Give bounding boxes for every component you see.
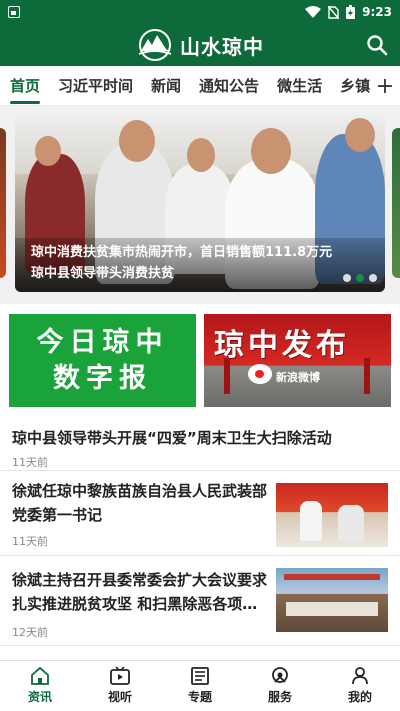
news-title: 徐斌主持召开县委常委会扩大会议要求 扎实推进脱贫攻坚 和扫黑除恶各项… bbox=[12, 568, 270, 616]
news-thumbnail[interactable] bbox=[276, 483, 388, 547]
wifi-icon bbox=[305, 6, 322, 18]
carousel-dot[interactable] bbox=[343, 274, 351, 282]
carousel-indicator bbox=[343, 274, 377, 282]
feature-banners: 今日琼中 数字报 琼中发布 新浪微博 bbox=[0, 304, 400, 414]
app-header: 山水琼中 bbox=[0, 24, 400, 66]
service-icon bbox=[272, 667, 288, 683]
banner-pillar-decoration bbox=[364, 358, 370, 394]
status-time: 9:23 bbox=[362, 5, 392, 19]
battery-charging-icon bbox=[346, 5, 356, 19]
user-icon bbox=[352, 667, 368, 685]
newspaper-icon bbox=[191, 667, 209, 685]
video-icon bbox=[110, 667, 130, 685]
news-item[interactable]: 琼中县领导带头开展“四爱”周末卫生大扫除活动 11天前 bbox=[0, 414, 400, 471]
thumbnail-figure bbox=[338, 505, 364, 541]
slide-photo-head bbox=[35, 136, 61, 166]
status-bar: 9:23 bbox=[0, 0, 400, 24]
tab-home[interactable]: 首页 bbox=[10, 66, 41, 105]
tab-micro-life[interactable]: 微生活 bbox=[277, 66, 322, 105]
home-icon bbox=[31, 667, 49, 685]
nav-label: 资讯 bbox=[27, 690, 52, 704]
nav-label: 视听 bbox=[107, 690, 132, 704]
nav-label: 专题 bbox=[187, 690, 212, 704]
headline-carousel[interactable]: 琼中消费扶贫集市热闹开市，首日销售额111.8万元 琼中县领导带头消费扶贫 bbox=[0, 106, 400, 304]
carousel-slide[interactable]: 琼中消费扶贫集市热闹开市，首日销售额111.8万元 琼中县领导带头消费扶贫 bbox=[15, 114, 385, 292]
nav-topics[interactable]: 专题 bbox=[160, 661, 240, 711]
slide-caption: 琼中消费扶贫集市热闹开市，首日销售额111.8万元 琼中县领导带头消费扶贫 bbox=[15, 238, 385, 292]
slide-photo-head bbox=[345, 118, 375, 152]
news-title-line: 徐斌任琼中黎族苗族自治县人民武装部 bbox=[12, 482, 268, 500]
thumbnail-figure bbox=[300, 501, 322, 541]
banner-text: 今日琼中 bbox=[36, 326, 169, 358]
banner-subtitle: 新浪微博 bbox=[276, 371, 320, 384]
news-title: 琼中县领导带头开展“四爱”周末卫生大扫除活动 bbox=[12, 429, 332, 447]
news-list: 琼中县领导带头开展“四爱”周末卫生大扫除活动 11天前 徐斌任琼中黎族苗族自治县… bbox=[0, 414, 400, 660]
nav-label: 服务 bbox=[267, 690, 292, 704]
slide-caption-line: 琼中县领导带头消费扶贫 bbox=[31, 266, 175, 281]
slide-photo-head bbox=[251, 128, 291, 174]
news-item[interactable]: 徐斌任琼中黎族苗族自治县人民武装部 党委第一书记 11天前 bbox=[0, 471, 400, 556]
news-time: 11天前 bbox=[12, 535, 48, 548]
qiongzhong-release-banner[interactable]: 琼中发布 新浪微博 bbox=[204, 314, 391, 407]
thumbnail-banner-strip bbox=[284, 574, 380, 580]
notification-image-icon bbox=[8, 6, 20, 18]
weibo-logo-icon bbox=[248, 364, 272, 384]
digital-newspaper-banner[interactable]: 今日琼中 数字报 bbox=[9, 314, 196, 407]
slide-photo-head bbox=[119, 120, 155, 162]
nav-video[interactable]: 视听 bbox=[80, 661, 160, 711]
news-thumbnail[interactable] bbox=[276, 568, 388, 632]
nav-profile[interactable]: 我的 bbox=[320, 661, 400, 711]
news-time: 11天前 bbox=[12, 456, 48, 469]
no-sim-icon bbox=[328, 5, 340, 19]
mountain-logo-icon bbox=[138, 29, 172, 61]
news-title-line: 扎实推进脱贫攻坚 和扫黑除恶各项… bbox=[12, 595, 258, 613]
banner-text: 数字报 bbox=[53, 362, 152, 394]
category-tabs: 首页 习近平时间 新闻 通知公告 微生活 乡镇 + bbox=[0, 66, 400, 106]
carousel-next-slide-peek[interactable] bbox=[392, 128, 400, 278]
bottom-navigation: 资讯 视听 专题 服务 我的 bbox=[0, 660, 400, 711]
slide-caption-line: 琼中消费扶贫集市热闹开市，首日销售额111.8万元 bbox=[31, 245, 333, 260]
banner-title: 琼中发布 bbox=[214, 328, 350, 363]
tab-news[interactable]: 新闻 bbox=[151, 66, 181, 105]
news-item[interactable]: 徐斌主持召开县委常委会扩大会议要求 扎实推进脱贫攻坚 和扫黑除恶各项… 12天前 bbox=[0, 556, 400, 646]
tab-xi-time[interactable]: 习近平时间 bbox=[58, 66, 133, 105]
thumbnail-table bbox=[286, 602, 378, 616]
carousel-prev-slide-peek[interactable] bbox=[0, 128, 6, 278]
status-icons: 9:23 bbox=[305, 5, 392, 19]
nav-news[interactable]: 资讯 bbox=[0, 661, 80, 711]
tab-notices[interactable]: 通知公告 bbox=[199, 66, 259, 105]
search-icon[interactable] bbox=[366, 34, 388, 56]
app-logo: 山水琼中 bbox=[136, 29, 264, 61]
nav-services[interactable]: 服务 bbox=[240, 661, 320, 711]
carousel-dot[interactable] bbox=[369, 274, 377, 282]
news-title: 徐斌任琼中黎族苗族自治县人民武装部 党委第一书记 bbox=[12, 479, 270, 527]
app-title: 山水琼中 bbox=[180, 34, 264, 59]
add-tab-plus-icon[interactable]: + bbox=[370, 66, 400, 105]
slide-photo-head bbox=[187, 138, 215, 172]
news-title-line: 党委第一书记 bbox=[12, 506, 103, 524]
tab-townships[interactable]: 乡镇 bbox=[340, 66, 370, 105]
nav-label: 我的 bbox=[347, 690, 372, 704]
news-time: 12天前 bbox=[12, 626, 48, 639]
carousel-dot-active[interactable] bbox=[356, 274, 364, 282]
news-title-line: 徐斌主持召开县委常委会扩大会议要求 bbox=[12, 571, 268, 589]
